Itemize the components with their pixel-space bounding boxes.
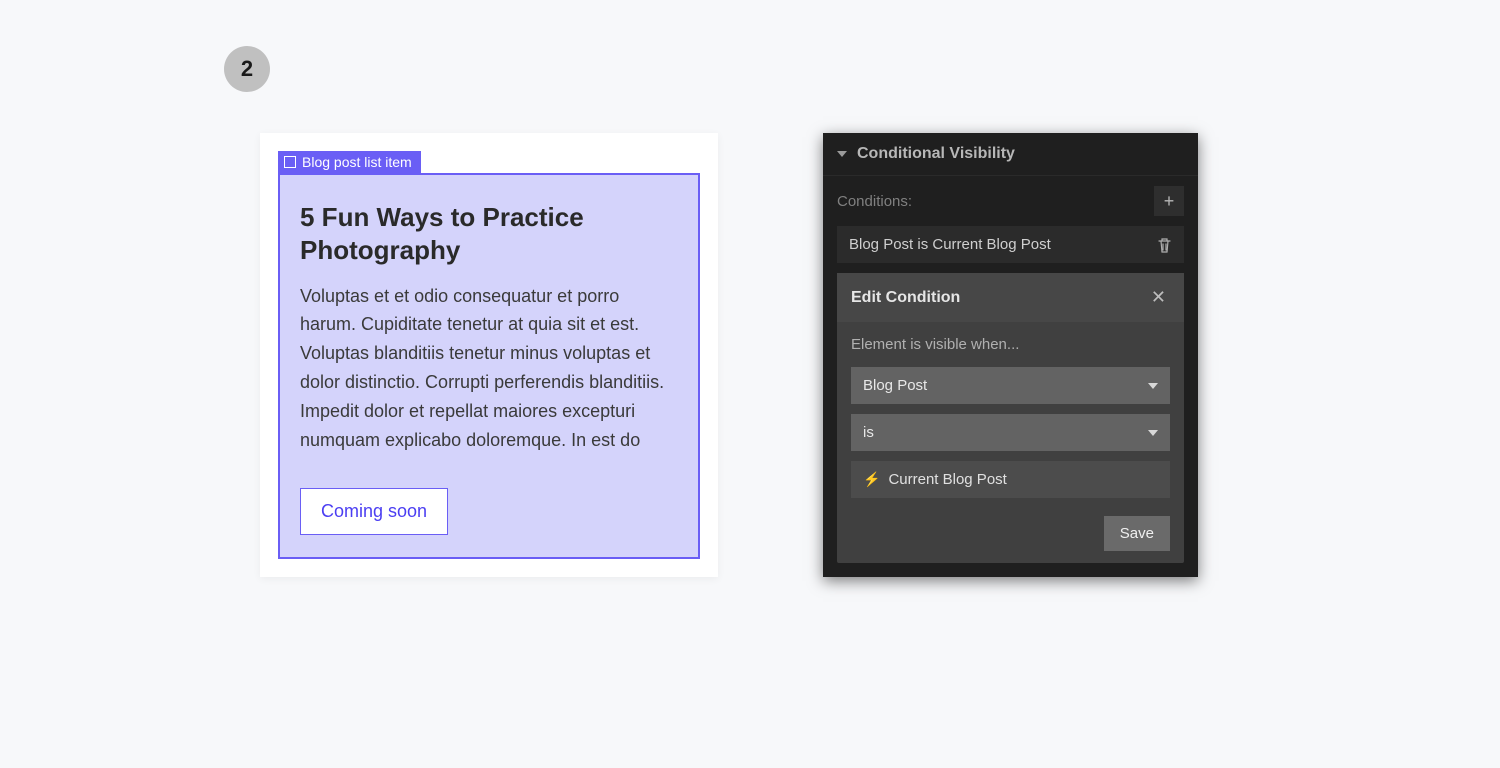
trash-icon[interactable]	[1157, 237, 1172, 253]
chevron-down-icon	[1148, 430, 1158, 436]
section-title: Conditional Visibility	[857, 145, 1015, 163]
element-tag-label: Blog post list item	[302, 154, 412, 170]
add-condition-button[interactable]: +	[1154, 186, 1184, 216]
edit-condition-header: Edit Condition ✕	[837, 273, 1184, 322]
blog-post-list-item[interactable]: 5 Fun Ways to Practice Photography Volup…	[278, 173, 700, 559]
canvas-preview-card: Blog post list item 5 Fun Ways to Practi…	[260, 133, 718, 577]
container-icon	[284, 156, 296, 168]
edit-condition-body: Element is visible when... Blog Post is …	[837, 322, 1184, 563]
coming-soon-button[interactable]: Coming soon	[300, 488, 448, 535]
field-select[interactable]: Blog Post	[851, 367, 1170, 404]
close-icon[interactable]: ✕	[1147, 285, 1170, 310]
post-title: 5 Fun Ways to Practice Photography	[300, 201, 678, 268]
chevron-down-icon	[1148, 383, 1158, 389]
visibility-hint: Element is visible when...	[851, 336, 1170, 353]
condition-value-text: Current Blog Post	[888, 471, 1006, 488]
edit-condition-title: Edit Condition	[851, 289, 960, 307]
post-body: Voluptas et et odio consequatur et porro…	[300, 282, 678, 455]
conditions-row: Conditions: +	[823, 176, 1198, 226]
edit-condition-panel: Edit Condition ✕ Element is visible when…	[837, 273, 1184, 563]
condition-text: Blog Post is Current Blog Post	[849, 236, 1051, 253]
plus-icon: +	[1164, 191, 1175, 212]
field-select-value: Blog Post	[863, 377, 927, 394]
operator-select-value: is	[863, 424, 874, 441]
step-number: 2	[241, 56, 253, 82]
step-badge: 2	[224, 46, 270, 92]
save-row: Save	[851, 516, 1170, 551]
operator-select[interactable]: is	[851, 414, 1170, 451]
conditions-label: Conditions:	[837, 193, 912, 210]
save-button[interactable]: Save	[1104, 516, 1170, 551]
condition-item[interactable]: Blog Post is Current Blog Post	[837, 226, 1184, 263]
settings-panel: Conditional Visibility Conditions: + Blo…	[823, 133, 1198, 577]
chevron-down-icon	[837, 151, 847, 157]
element-selection-tag[interactable]: Blog post list item	[278, 151, 421, 173]
bolt-icon: ⚡	[863, 471, 880, 488]
conditional-visibility-section-header[interactable]: Conditional Visibility	[823, 133, 1198, 176]
condition-value[interactable]: ⚡ Current Blog Post	[851, 461, 1170, 498]
